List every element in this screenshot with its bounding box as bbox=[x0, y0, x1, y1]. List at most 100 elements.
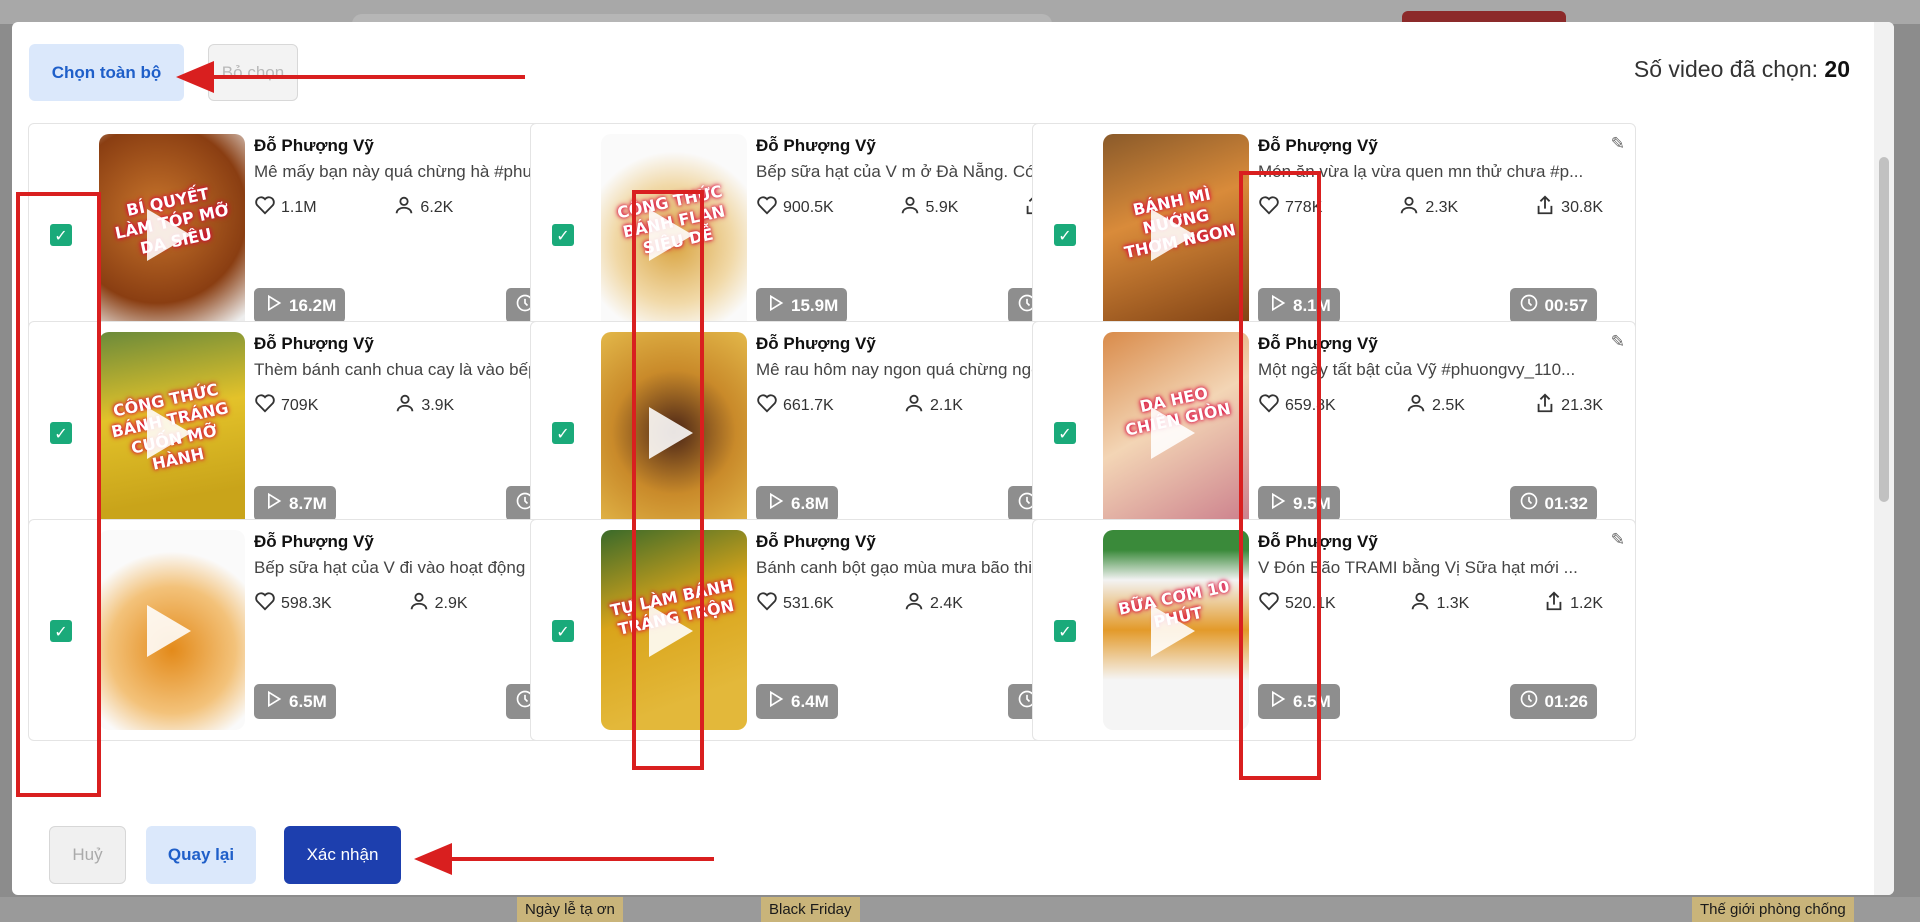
video-card[interactable]: ✓ DA HEO CHIÊN GIÒN Đỗ Phượng Vỹ ✎ Một ngày … bbox=[1032, 321, 1636, 543]
user-icon bbox=[1398, 194, 1420, 221]
user-icon bbox=[903, 590, 925, 617]
play-icon[interactable] bbox=[147, 605, 191, 657]
followers-value: 1.3K bbox=[1436, 594, 1470, 612]
share-icon bbox=[1534, 392, 1556, 419]
annotation-arrow-head bbox=[176, 61, 214, 93]
user-icon bbox=[903, 392, 925, 419]
play-icon[interactable] bbox=[1151, 605, 1195, 657]
followers-stat: 2.1K bbox=[903, 392, 963, 419]
play-icon[interactable] bbox=[147, 209, 191, 261]
followers-value: 2.3K bbox=[1425, 198, 1459, 216]
shares-value: 21.3K bbox=[1561, 396, 1603, 414]
heart-icon bbox=[756, 194, 778, 221]
clock-icon bbox=[1519, 689, 1539, 714]
followers-stat: 1.3K bbox=[1409, 590, 1469, 617]
views-value: 15.9M bbox=[791, 295, 839, 315]
play-small-icon bbox=[765, 293, 785, 318]
selected-count: Số video đã chọn: 20 bbox=[1634, 56, 1850, 83]
likes-value: 900.5K bbox=[783, 198, 834, 216]
heart-icon bbox=[756, 590, 778, 617]
views-badge: 6.4M bbox=[756, 684, 838, 719]
user-icon bbox=[393, 194, 415, 221]
views-value: 6.4M bbox=[791, 691, 829, 711]
followers-value: 2.9K bbox=[434, 594, 468, 612]
video-card[interactable]: ✓ BÁNH MÌ NƯỚNG THƠM NGON Đỗ Phượng Vỹ ✎ Món… bbox=[1032, 123, 1636, 345]
play-icon[interactable] bbox=[1151, 209, 1195, 261]
selected-count-label: Số video đã chọn: bbox=[1633, 56, 1819, 82]
edit-pencil-icon[interactable]: ✎ bbox=[1611, 332, 1625, 352]
likes-stat: 1.1M bbox=[254, 194, 317, 221]
background-bottom-bar bbox=[0, 897, 1920, 922]
scrollbar-thumb[interactable] bbox=[1879, 157, 1889, 502]
video-thumbnail[interactable]: BÁNH MÌ NƯỚNG THƠM NGON bbox=[1103, 134, 1249, 334]
confirm-button[interactable]: Xác nhận bbox=[284, 826, 401, 884]
heart-icon bbox=[254, 392, 276, 419]
duration-value: 01:26 bbox=[1544, 691, 1588, 711]
views-badge: 15.9M bbox=[756, 288, 848, 323]
video-select-modal: Chọn toàn bộ Bỏ chọn Số video đã chọn: 2… bbox=[12, 22, 1894, 895]
likes-stat: 598.3K bbox=[254, 590, 332, 617]
duration-badge: 01:32 bbox=[1509, 486, 1597, 521]
video-checkbox[interactable]: ✓ bbox=[552, 620, 574, 642]
followers-stat: 3.9K bbox=[394, 392, 454, 419]
play-icon[interactable] bbox=[147, 407, 191, 459]
video-thumbnail[interactable]: CÔNG THỨC BÁNH TRÁNG CUỐN MỠ HÀNH bbox=[99, 332, 245, 532]
video-thumbnail[interactable]: DA HEO CHIÊN GIÒN bbox=[1103, 332, 1249, 532]
views-badge: 6.5M bbox=[254, 684, 336, 719]
play-small-icon bbox=[263, 491, 283, 516]
shares-value: 1.2K bbox=[1570, 594, 1603, 612]
views-value: 6.8M bbox=[791, 493, 829, 513]
video-checkbox[interactable]: ✓ bbox=[552, 422, 574, 444]
video-author: Đỗ Phượng Vỹ bbox=[756, 334, 876, 353]
likes-stat: 661.7K bbox=[756, 392, 834, 419]
video-thumbnail[interactable] bbox=[99, 530, 245, 730]
shares-value: 30.8K bbox=[1561, 198, 1603, 216]
video-thumbnail[interactable]: BÍ QUYẾT LÀM TÓP MỠ DA SIÊU bbox=[99, 134, 245, 334]
annotation-arrow bbox=[212, 75, 525, 79]
shares-stat: 30.8K bbox=[1534, 194, 1603, 221]
followers-stat: 2.3K bbox=[1398, 194, 1458, 221]
video-thumbnail[interactable]: BỮA CƠM 10 PHÚT bbox=[1103, 530, 1249, 730]
video-author: Đỗ Phượng Vỹ bbox=[254, 334, 374, 353]
heart-icon bbox=[254, 590, 276, 617]
video-card[interactable]: ✓ BỮA CƠM 10 PHÚT Đỗ Phượng Vỹ ✎ V Đón Bão T… bbox=[1032, 519, 1636, 741]
duration-badge: 01:26 bbox=[1509, 684, 1597, 719]
edit-pencil-icon[interactable]: ✎ bbox=[1611, 530, 1625, 550]
followers-stat: 2.4K bbox=[903, 590, 963, 617]
shares-stat: 21.3K bbox=[1534, 392, 1603, 419]
views-badge: 6.8M bbox=[756, 486, 838, 521]
followers-stat: 2.9K bbox=[408, 590, 468, 617]
followers-stat: 5.9K bbox=[899, 194, 958, 221]
background-tag: Thế giới phòng chống bbox=[1692, 897, 1854, 922]
followers-value: 6.2K bbox=[420, 198, 454, 216]
video-author: Đỗ Phượng Vỹ bbox=[254, 136, 374, 155]
video-checkbox[interactable]: ✓ bbox=[1054, 224, 1076, 246]
video-checkbox[interactable]: ✓ bbox=[1054, 422, 1076, 444]
video-checkbox[interactable]: ✓ bbox=[552, 224, 574, 246]
duration-badge: 00:57 bbox=[1509, 288, 1597, 323]
annotation-box bbox=[1239, 171, 1321, 780]
scrollbar[interactable] bbox=[1874, 22, 1894, 895]
edit-pencil-icon[interactable]: ✎ bbox=[1611, 134, 1625, 154]
likes-value: 661.7K bbox=[783, 396, 834, 414]
cancel-button[interactable]: Huỷ bbox=[49, 826, 126, 884]
select-all-button[interactable]: Chọn toàn bộ bbox=[29, 44, 184, 101]
video-checkbox[interactable]: ✓ bbox=[1054, 620, 1076, 642]
background-tag: Ngày lễ tạ ơn bbox=[517, 897, 623, 922]
views-value: 6.5M bbox=[289, 691, 327, 711]
annotation-arrow bbox=[452, 857, 714, 861]
play-small-icon bbox=[765, 689, 785, 714]
views-value: 8.7M bbox=[289, 493, 327, 513]
deselect-button[interactable]: Bỏ chọn bbox=[208, 44, 298, 101]
play-icon[interactable] bbox=[1151, 407, 1195, 459]
followers-stat: 2.5K bbox=[1405, 392, 1465, 419]
play-small-icon bbox=[263, 293, 283, 318]
annotation-box bbox=[16, 192, 101, 797]
followers-value: 2.5K bbox=[1431, 396, 1465, 414]
back-button[interactable]: Quay lại bbox=[146, 826, 256, 884]
annotation-arrow-head bbox=[414, 843, 452, 875]
user-icon bbox=[1409, 590, 1431, 617]
background-tag: Black Friday bbox=[761, 897, 860, 922]
views-value: 16.2M bbox=[289, 295, 337, 315]
user-icon bbox=[408, 590, 430, 617]
